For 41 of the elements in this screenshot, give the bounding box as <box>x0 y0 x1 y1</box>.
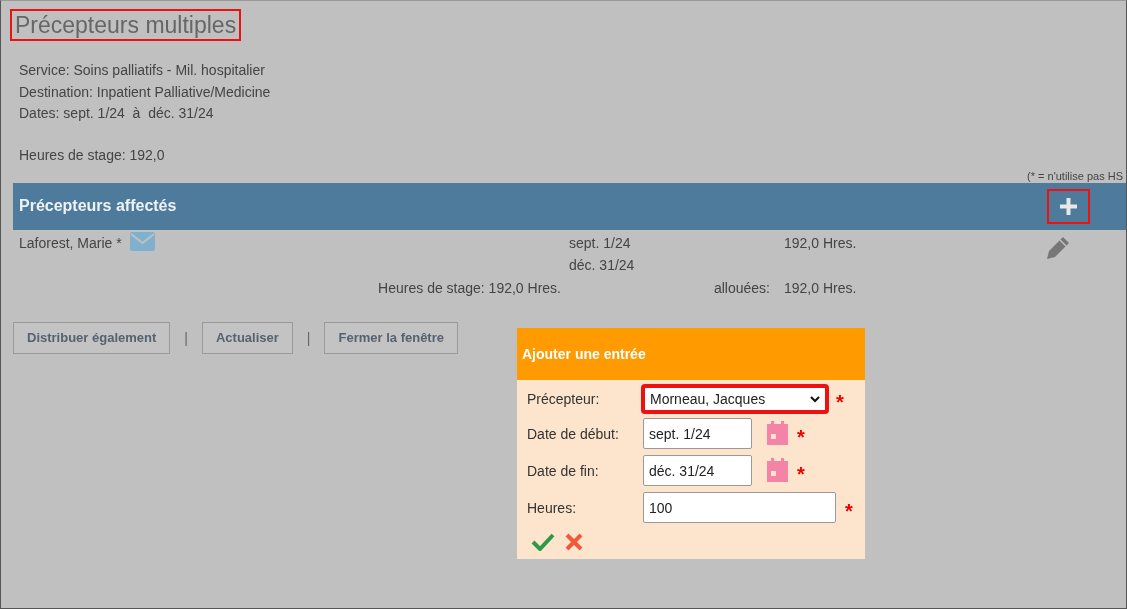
toolbar-button[interactable]: Distribuer également <box>13 321 171 354</box>
calendar-icon[interactable] <box>766 421 789 446</box>
end-date: déc. 31/24 <box>569 255 636 275</box>
asterisk-note: (* = n'utilise pas HS <box>1026 168 1123 183</box>
allocated-hours: 192,0 Hres. <box>784 278 858 298</box>
start-date: sept. 1/24 <box>569 233 632 253</box>
info-line: Dates: sept. 1/24 à déc. 31/24 <box>19 104 215 123</box>
calendar-icon[interactable] <box>766 458 789 483</box>
required-mark: * <box>845 500 853 515</box>
page-title: Précepteurs multiples <box>10 9 242 41</box>
pencil-icon[interactable] <box>1046 234 1071 260</box>
hours-input[interactable]: 100 <box>643 492 836 523</box>
close-icon[interactable] <box>565 533 583 551</box>
preceptor-name: Laforest, Marie * <box>19 233 122 253</box>
field-label: Date de début: <box>527 425 620 442</box>
stage-hours: Heures de stage: 192,0 <box>18 145 166 165</box>
field-label: Date de fin: <box>527 462 600 479</box>
required-mark: * <box>797 463 805 478</box>
plus-icon <box>1059 196 1078 216</box>
toolbar-button[interactable]: Actualiser <box>201 321 293 354</box>
info-line: Destination: Inpatient Palliative/Medicine <box>19 82 272 102</box>
required-mark: * <box>836 392 844 406</box>
add-button[interactable] <box>1047 188 1090 224</box>
required-mark: * <box>797 426 805 441</box>
preceptor-select[interactable]: Morneau, Jacques <box>643 386 827 412</box>
separator-text: | <box>306 329 311 346</box>
section-title: Précepteurs affectés <box>19 197 177 215</box>
checkmark-icon[interactable] <box>531 533 555 551</box>
info-line: Service: Soins palliatifs - Mil. hospitalier <box>19 61 266 80</box>
date-input[interactable]: déc. 31/24 <box>643 455 752 486</box>
total-stage-hours: Heures de stage: 192,0 Hres. <box>377 278 562 298</box>
toolbar-button[interactable]: Fermer la fenêtre <box>324 321 458 354</box>
separator-text: | <box>184 329 188 346</box>
field-label: Heures: <box>527 499 578 516</box>
dialog-title: Ajouter une entrée <box>517 328 865 380</box>
envelope-icon[interactable] <box>129 231 155 251</box>
allocated-label: allouées: <box>712 278 771 298</box>
date-input[interactable]: sept. 1/24 <box>643 418 752 449</box>
assigned-hours: 192,0 Hres. <box>784 234 857 251</box>
field-label: Précepteur: <box>527 391 601 407</box>
chevron-down-icon <box>810 395 820 403</box>
